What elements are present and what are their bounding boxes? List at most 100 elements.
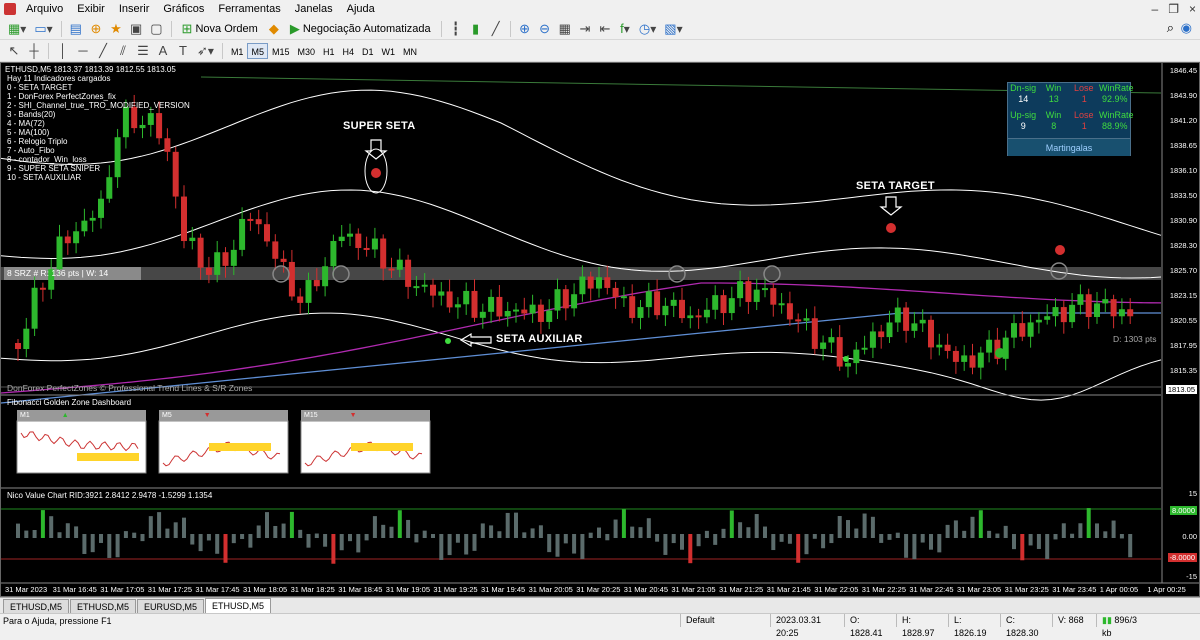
status-open: O: 1828.41 — [844, 614, 896, 638]
value-bar — [240, 534, 245, 539]
candle-body — [189, 237, 196, 242]
tf-d1[interactable]: D1 — [358, 43, 378, 59]
crosshair-icon[interactable]: ┼ — [25, 42, 43, 60]
tab-eurusd[interactable]: EURUSD,M5 — [137, 599, 205, 613]
buy-signal-marker — [995, 348, 1005, 358]
candle-body — [488, 296, 495, 312]
line-chart-icon[interactable]: ╱ — [487, 20, 505, 38]
tf-w1[interactable]: W1 — [378, 43, 400, 59]
vertical-line-icon[interactable]: │ — [54, 42, 72, 60]
bar-chart-icon[interactable]: ┇ — [447, 20, 465, 38]
menu-arquivo[interactable]: Arquivo — [19, 0, 70, 18]
candle-body — [205, 267, 212, 275]
horizontal-line-icon[interactable]: ─ — [74, 42, 92, 60]
value-bar — [123, 531, 128, 538]
navigator-icon[interactable]: ★ — [107, 20, 125, 38]
text-icon[interactable]: A — [154, 42, 172, 60]
menu-ajuda[interactable]: Ajuda — [340, 0, 382, 18]
status-volume: V: 868 — [1052, 614, 1096, 627]
menu-ferramentas[interactable]: Ferramentas — [211, 0, 287, 18]
value-bar — [638, 527, 643, 538]
value-bar — [796, 534, 801, 563]
tf-m1[interactable]: M1 — [227, 43, 248, 59]
chart-header: ETHUSD,M5 1813.37 1813.39 1812.55 1813.0… — [5, 65, 176, 74]
value-bar — [970, 516, 975, 538]
new-order-button[interactable]: ⊞ Nova Ordem — [177, 20, 263, 38]
tf-m5[interactable]: M5 — [247, 42, 268, 59]
value-bar — [1045, 534, 1050, 560]
profile-name[interactable]: Default — [680, 614, 770, 627]
search-icon[interactable]: ⌕ — [1167, 21, 1174, 34]
minimize-icon[interactable]: – — [1152, 2, 1159, 16]
indicator-list: 0 - SETA TARGET 1 - DonForex PerfectZone… — [7, 83, 190, 182]
value-bar — [787, 534, 792, 544]
close-icon[interactable]: × — [1189, 2, 1196, 16]
fibo-icon[interactable]: ☰ — [134, 42, 152, 60]
tile-windows-icon[interactable]: ▦ — [556, 20, 574, 38]
connection-status: ▮▮ 896/3 kb — [1096, 614, 1146, 638]
chart-window[interactable]: ETHUSD,M5 1813.37 1813.39 1812.55 1813.0… — [0, 62, 1200, 597]
indicators-icon[interactable]: f ▾ — [616, 20, 634, 38]
new-chart-icon[interactable]: ▦ ▾ — [5, 20, 29, 38]
tf-h4[interactable]: H4 — [339, 43, 359, 59]
price-tick-label: 1815.35 — [1169, 366, 1197, 375]
value-bar — [987, 530, 992, 538]
zoom-in-icon[interactable]: ⊕ — [516, 20, 534, 38]
value-bar — [173, 522, 178, 538]
down-arrow-icon — [879, 196, 903, 216]
value-bar — [1036, 534, 1041, 549]
auto-trading-button[interactable]: ▶ Negociação Automatizada — [285, 20, 436, 38]
time-tick-label: 31 Mar 19:45 — [481, 585, 526, 594]
value-bar — [563, 534, 568, 544]
tf-m15[interactable]: M15 — [268, 43, 294, 59]
value-axis-mid: 0.00 — [1182, 532, 1197, 541]
channel-icon[interactable]: ⫽ — [114, 42, 132, 60]
indicator-item: 7 - Auto_Fibo — [7, 146, 55, 155]
metaeditor-icon[interactable]: ◆ — [265, 20, 283, 38]
price-tick-label: 1830.90 — [1169, 216, 1197, 225]
terminal-icon[interactable]: ▣ — [127, 20, 145, 38]
candle-body — [803, 318, 810, 321]
community-icon[interactable]: ◉ — [1181, 21, 1192, 34]
up-sig-value-row: 9 8 1 88.9% — [1020, 121, 1128, 131]
data-window-icon[interactable]: ⊕ — [87, 20, 105, 38]
cursor-icon[interactable]: ↖ — [5, 42, 23, 60]
value-bar — [846, 520, 850, 538]
price-tick-label: 1836.10 — [1169, 166, 1197, 175]
tab-ethusd-active[interactable]: ETHUSD,M5 — [205, 598, 272, 613]
arrows-icon[interactable]: ➶ ▾ — [194, 42, 217, 60]
autoscroll-icon[interactable]: ⇥ — [576, 20, 594, 38]
value-bar — [331, 534, 336, 564]
menu-inserir[interactable]: Inserir — [112, 0, 157, 18]
tester-icon[interactable]: ▢ — [147, 20, 165, 38]
value-bar — [190, 534, 195, 545]
profiles-icon[interactable]: ▭ ▾ — [31, 20, 55, 38]
candle-body — [454, 304, 461, 308]
value-bar — [323, 534, 328, 547]
trendline-icon[interactable]: ╱ — [94, 42, 112, 60]
menu-janelas[interactable]: Janelas — [288, 0, 340, 18]
time-tick-label: 31 Mar 19:05 — [385, 585, 430, 594]
templates-icon[interactable]: ▧ ▾ — [661, 20, 685, 38]
market-watch-icon[interactable]: ▤ — [67, 20, 85, 38]
tab-ethusd-1[interactable]: ETHUSD,M5 — [3, 599, 70, 613]
periods-icon[interactable]: ◷ ▾ — [636, 20, 659, 38]
time-tick-label: 31 Mar 18:05 — [243, 585, 288, 594]
tab-ethusd-2[interactable]: ETHUSD,M5 — [70, 599, 137, 613]
restore-icon[interactable]: ❐ — [1168, 2, 1179, 16]
current-price-tag: 1813.05 — [1165, 385, 1197, 394]
menu-graficos[interactable]: Gráficos — [156, 0, 211, 18]
candle-body — [338, 236, 345, 242]
candle-body — [695, 315, 702, 318]
tf-mn[interactable]: MN — [399, 43, 421, 59]
chart-shift-icon[interactable]: ⇤ — [596, 20, 614, 38]
zoom-out-icon[interactable]: ⊖ — [536, 20, 554, 38]
price-tick-label: 1833.50 — [1169, 191, 1197, 200]
menu-exibir[interactable]: Exibir — [70, 0, 112, 18]
candle-body — [853, 349, 860, 364]
tf-h1[interactable]: H1 — [319, 43, 339, 59]
label-icon[interactable]: T — [174, 42, 192, 60]
zone-label: 8 SRZ # R: 136 pts | W: 14 — [7, 268, 109, 278]
candle-chart-icon[interactable]: ▮ — [467, 20, 485, 38]
tf-m30[interactable]: M30 — [293, 43, 319, 59]
